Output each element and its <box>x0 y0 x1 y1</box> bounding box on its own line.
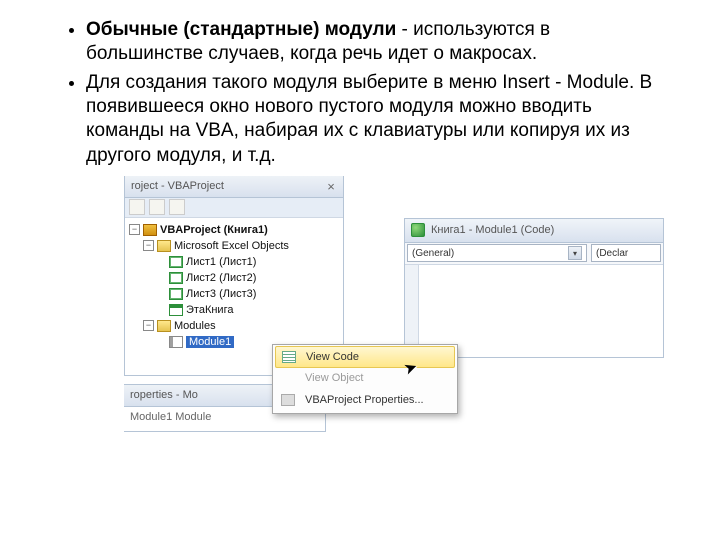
folder-icon <box>157 320 171 332</box>
toolbar-btn-2[interactable] <box>149 199 165 215</box>
ctx-view-code-label: View Code <box>306 351 359 363</box>
tree-thisbook-label: ЭтаКнига <box>186 304 233 316</box>
vba-editor-screenshot: roject - VBAProject × − VBAProject (Книг… <box>124 176 624 456</box>
tree-root[interactable]: − VBAProject (Книга1) <box>129 222 343 238</box>
tree-folder-modules[interactable]: − Modules <box>129 318 343 334</box>
properties-icon <box>279 392 297 408</box>
module-icon <box>169 336 183 348</box>
object-dropdown[interactable]: (General) ▾ <box>407 244 587 262</box>
tree-sheet2-label: Лист2 (Лист2) <box>186 272 256 284</box>
code-window-title: Книга1 - Module1 (Code) <box>405 219 663 243</box>
tree-thisbook[interactable]: ЭтаКнига <box>129 302 343 318</box>
ctx-view-object[interactable]: View Object <box>275 367 455 389</box>
project-explorer-toolbar <box>125 198 343 218</box>
project-explorer-title: roject - VBAProject × <box>125 176 343 198</box>
code-window-title-text: Книга1 - Module1 (Code) <box>431 224 554 236</box>
tree-module1-label: Module1 <box>186 336 234 348</box>
object-dropdown-value: (General) <box>412 248 454 259</box>
tree-folder-excel-label: Microsoft Excel Objects <box>174 240 289 252</box>
properties-object-row: Module1 Module <box>130 411 211 423</box>
screenshot-fade <box>124 436 624 462</box>
workbook-icon <box>169 304 183 316</box>
ctx-view-object-label: View Object <box>305 372 364 384</box>
bullet-2: Для создания такого модуля выберите в ме… <box>86 71 660 168</box>
bullet-1: Обычные (стандартные) модули - использую… <box>86 18 660 67</box>
code-dropdown-row: (General) ▾ (Declar <box>405 243 663 265</box>
project-tree: − VBAProject (Книга1) − Microsoft Excel … <box>125 218 343 354</box>
expander-icon[interactable]: − <box>143 240 154 251</box>
tree-sheet3[interactable]: Лист3 (Лист3) <box>129 286 343 302</box>
ctx-vbaproject-properties-label: VBAProject Properties... <box>305 394 424 406</box>
procedure-dropdown[interactable]: (Declar <box>591 244 661 262</box>
close-icon[interactable]: × <box>323 179 339 195</box>
worksheet-icon <box>169 272 183 284</box>
view-code-icon <box>280 349 298 365</box>
project-explorer-title-text: roject - VBAProject <box>131 180 224 192</box>
tree-sheet2[interactable]: Лист2 (Лист2) <box>129 270 343 286</box>
procedure-dropdown-value: (Declar <box>596 248 628 259</box>
folder-icon <box>157 240 171 252</box>
expander-icon[interactable]: − <box>143 320 154 331</box>
ctx-vbaproject-properties[interactable]: VBAProject Properties... <box>275 389 455 411</box>
view-object-icon <box>279 370 297 386</box>
tree-root-label: VBAProject (Книга1) <box>160 224 268 236</box>
toolbar-btn-1[interactable] <box>129 199 145 215</box>
tree-sheet1[interactable]: Лист1 (Лист1) <box>129 254 343 270</box>
vba-project-icon <box>143 224 157 236</box>
chevron-down-icon: ▾ <box>568 246 582 260</box>
expander-icon[interactable]: − <box>129 224 140 235</box>
code-window: Книга1 - Module1 (Code) (General) ▾ (Dec… <box>404 218 664 358</box>
vba-app-icon <box>411 223 425 237</box>
tree-folder-excel[interactable]: − Microsoft Excel Objects <box>129 238 343 254</box>
tree-sheet3-label: Лист3 (Лист3) <box>186 288 256 300</box>
context-menu: View Code View Object VBAProject Propert… <box>272 344 458 414</box>
worksheet-icon <box>169 288 183 300</box>
properties-title-text: roperties - Mo <box>130 389 198 401</box>
tree-folder-modules-label: Modules <box>174 320 216 332</box>
tree-sheet1-label: Лист1 (Лист1) <box>186 256 256 268</box>
worksheet-icon <box>169 256 183 268</box>
toolbar-btn-3[interactable] <box>169 199 185 215</box>
bullet-1-bold: Обычные (стандартные) модули <box>86 19 396 40</box>
ctx-view-code[interactable]: View Code <box>275 346 455 368</box>
